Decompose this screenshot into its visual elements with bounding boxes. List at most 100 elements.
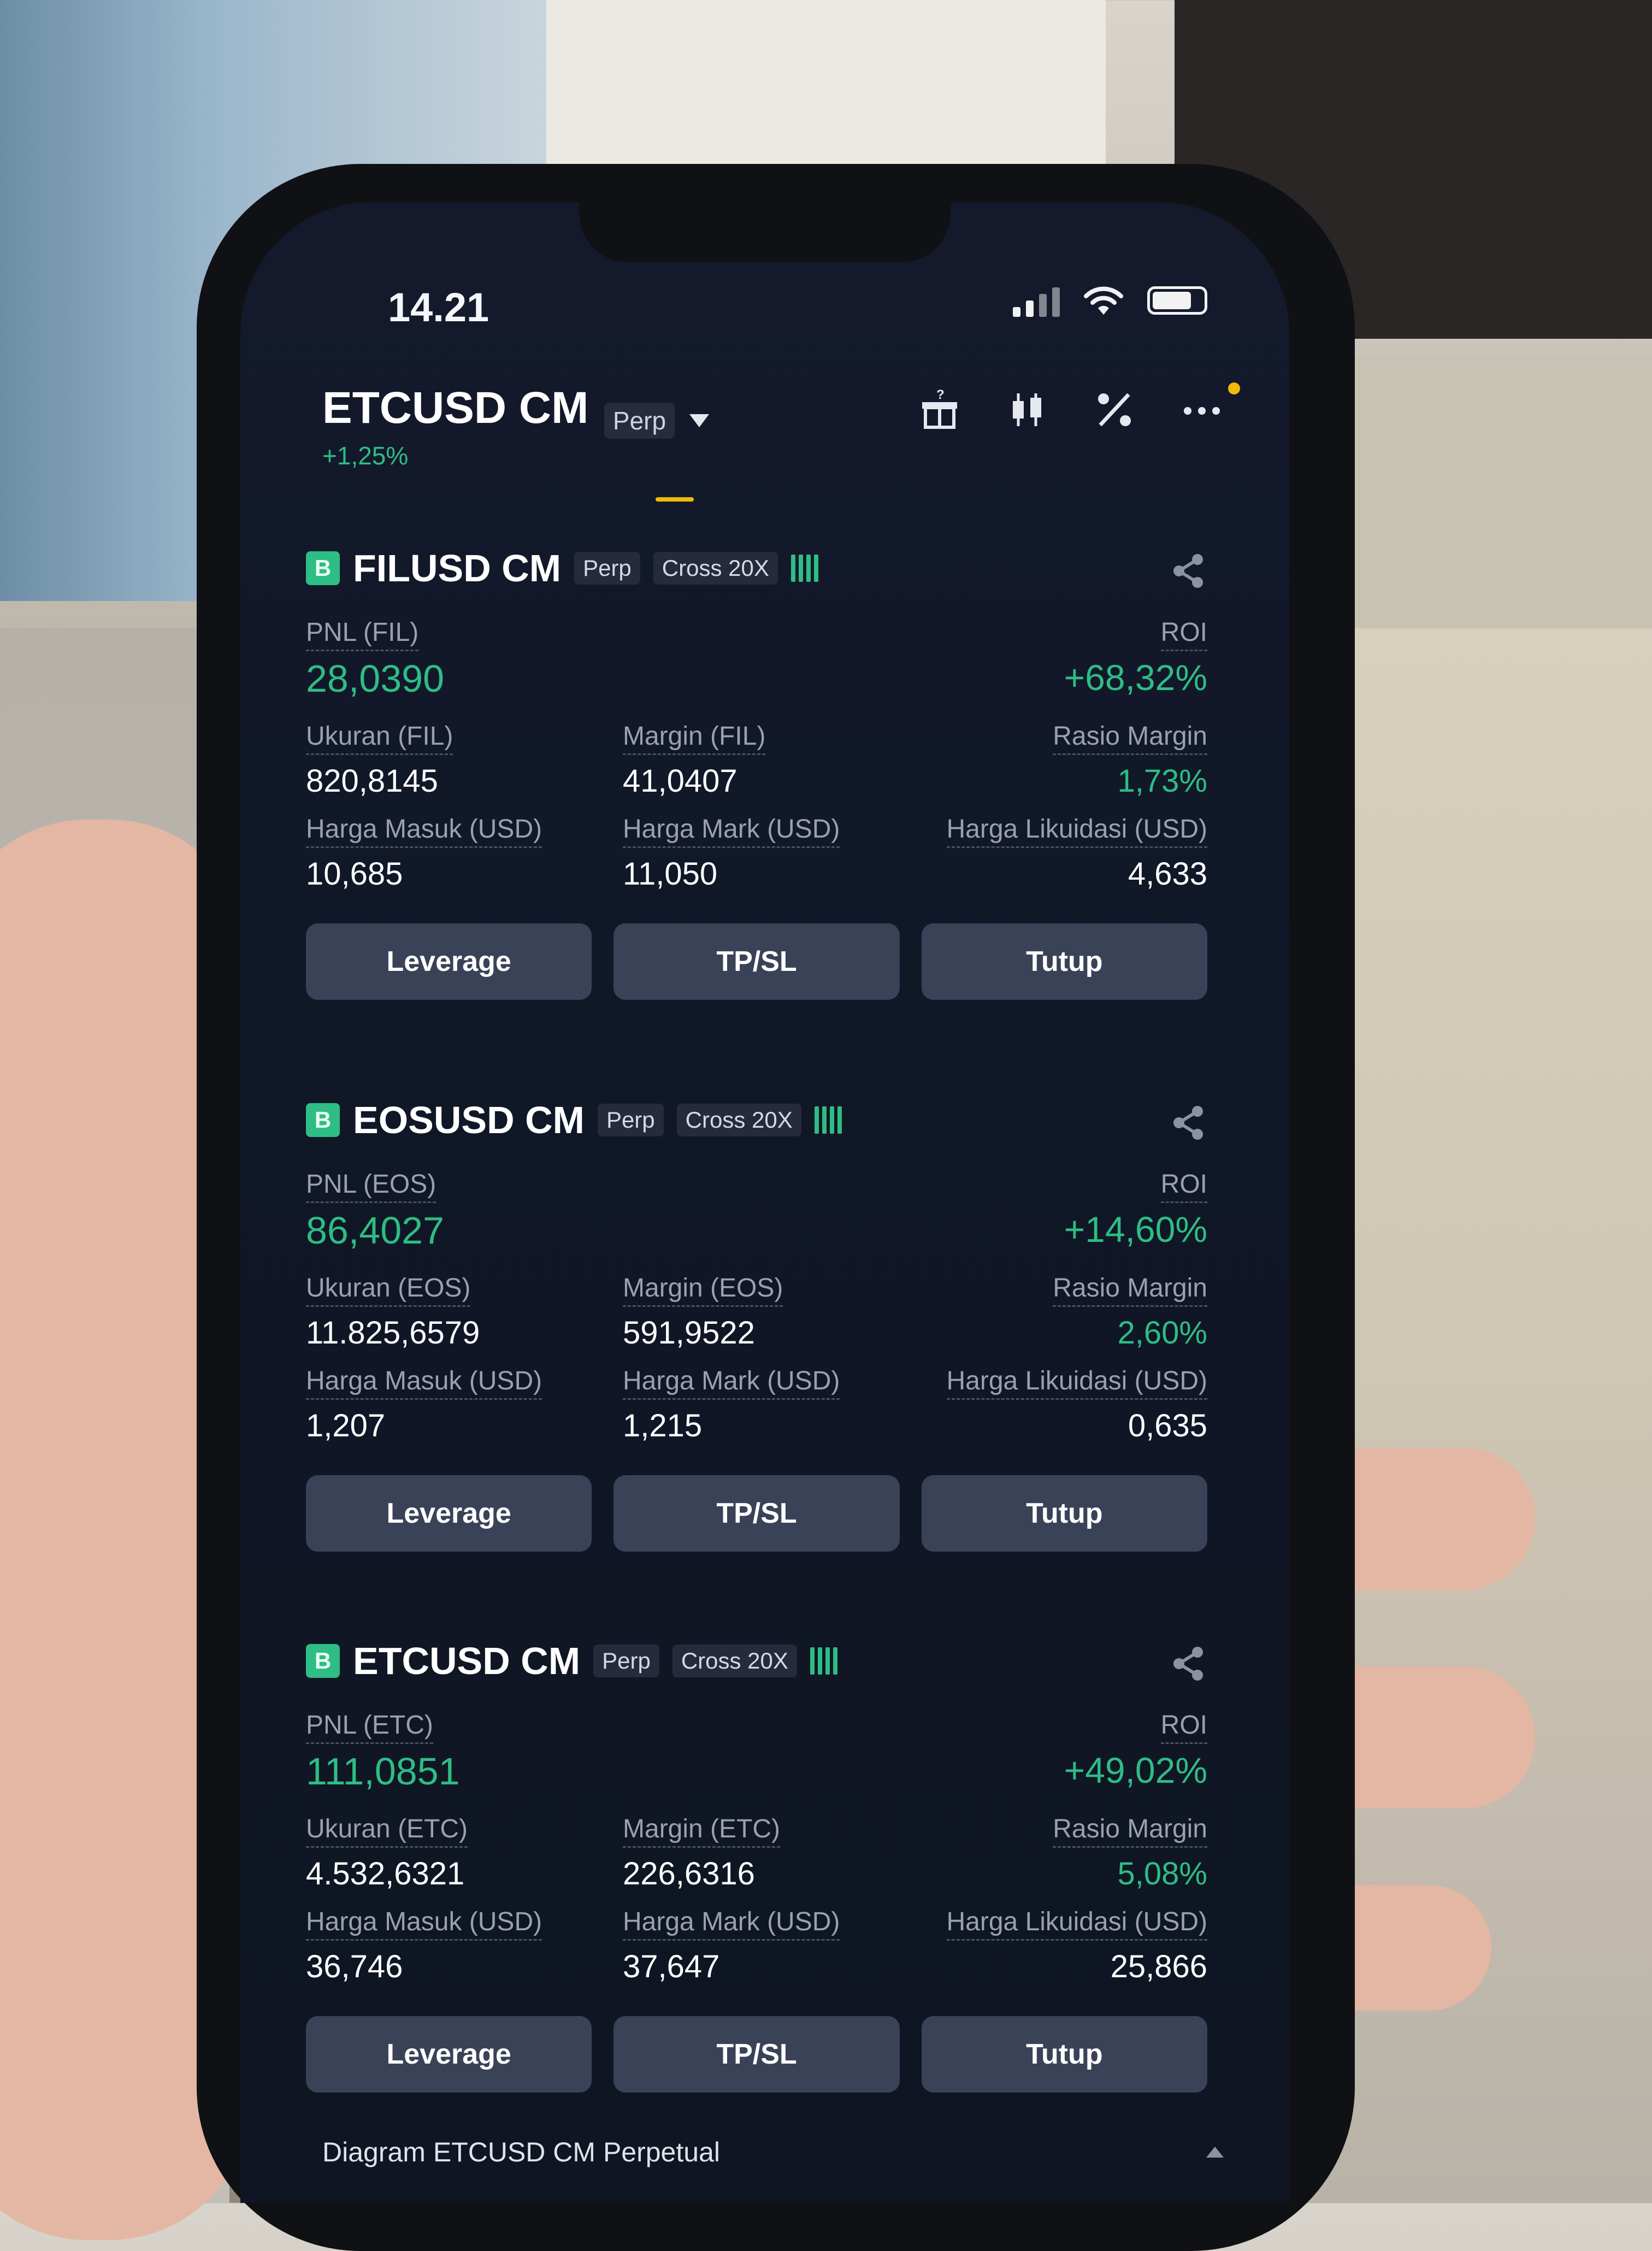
margin-label: Margin (FIL): [623, 721, 766, 755]
b-badge: B: [306, 1103, 340, 1137]
liquidation-price-label: Harga Likuidasi (USD): [946, 1907, 1207, 1941]
margin-ratio-value: 1,73%: [1117, 763, 1207, 799]
tpsl-button[interactable]: TP/SL: [613, 1475, 900, 1552]
size-label: Ukuran (FIL): [306, 721, 453, 755]
share-icon[interactable]: [1169, 552, 1207, 590]
signal-icon: [1013, 284, 1060, 317]
entry-price-label: Harga Masuk (USD): [306, 814, 542, 848]
battery-icon: [1147, 286, 1207, 315]
position-card: B FILUSD CM Perp Cross 20X PNL (FIL) 28,0…: [306, 541, 1207, 1033]
perp-chip: Perp: [597, 1104, 664, 1136]
size-value: 11.825,6579: [306, 1315, 480, 1351]
adl-indicator-icon: [810, 1647, 837, 1675]
roi-value: +68,32%: [1064, 657, 1207, 698]
tpsl-button[interactable]: TP/SL: [613, 2016, 900, 2093]
notch: [579, 202, 951, 262]
more-icon[interactable]: [1180, 382, 1240, 432]
entry-price-value: 10,685: [306, 856, 403, 892]
roi-value: +49,02%: [1064, 1750, 1207, 1790]
percent-icon[interactable]: [1093, 388, 1136, 432]
margin-ratio-label: Rasio Margin: [1053, 1273, 1207, 1307]
mark-price-label: Harga Mark (USD): [623, 814, 840, 848]
margin-ratio-label: Rasio Margin: [1053, 721, 1207, 755]
position-symbol[interactable]: EOSUSD CM: [353, 1098, 585, 1142]
liquidation-price-label: Harga Likuidasi (USD): [946, 1366, 1207, 1400]
position-card: B EOSUSD CM Perp Cross 20X PNL (EOS) 86,4…: [306, 1093, 1207, 1584]
margin-ratio-value: 5,08%: [1117, 1856, 1207, 1891]
size-value: 4.532,6321: [306, 1856, 465, 1891]
entry-price-value: 1,207: [306, 1408, 386, 1443]
entry-price-label: Harga Masuk (USD): [306, 1366, 542, 1400]
size-label: Ukuran (ETC): [306, 1814, 468, 1848]
mark-price-label: Harga Mark (USD): [623, 1366, 840, 1400]
symbol-selector[interactable]: ETCUSD CM: [322, 383, 588, 433]
share-icon[interactable]: [1169, 1104, 1207, 1142]
background-cabinet: [1322, 355, 1652, 639]
margin-mode-chip[interactable]: Cross 20X: [653, 552, 778, 585]
margin-label: Margin (ETC): [623, 1814, 781, 1848]
margin-ratio-value: 2,60%: [1117, 1315, 1207, 1351]
mark-price-value: 11,050: [623, 856, 718, 892]
chart-footer[interactable]: Diagram ETCUSD CM Perpetual: [322, 2136, 1224, 2168]
pnl-label: PNL (ETC): [306, 1710, 433, 1744]
close-position-button[interactable]: Tutup: [921, 923, 1207, 1000]
margin-value: 41,0407: [623, 763, 738, 799]
liquidation-price-value: 4,633: [1128, 856, 1207, 892]
roi-value: +14,60%: [1064, 1209, 1207, 1250]
position-card: B ETCUSD CM Perp Cross 20X PNL (ETC) 111,…: [306, 1634, 1207, 2125]
entry-price-value: 36,746: [306, 1949, 403, 1984]
roi-label: ROI: [1160, 617, 1207, 651]
adl-indicator-icon: [814, 1106, 842, 1134]
leverage-button[interactable]: Leverage: [306, 2016, 592, 2093]
margin-mode-chip[interactable]: Cross 20X: [672, 1645, 797, 1677]
margin-label: Margin (EOS): [623, 1273, 783, 1307]
chart-footer-label: Diagram ETCUSD CM Perpetual: [322, 2137, 720, 2167]
adl-indicator-icon: [790, 555, 818, 582]
margin-mode-chip[interactable]: Cross 20X: [676, 1104, 801, 1136]
pnl-label: PNL (FIL): [306, 617, 419, 651]
share-icon[interactable]: [1169, 1645, 1207, 1683]
status-icons: [1013, 284, 1207, 317]
position-symbol[interactable]: FILUSD CM: [353, 546, 561, 590]
margin-ratio-label: Rasio Margin: [1053, 1814, 1207, 1848]
top-bar: ETCUSD CM Perp +1,25% ?: [322, 382, 1240, 492]
close-position-button[interactable]: Tutup: [921, 1475, 1207, 1552]
perp-chip: Perp: [604, 402, 675, 439]
tab-indicator: [656, 497, 694, 502]
svg-text:?: ?: [936, 388, 945, 402]
entry-price-label: Harga Masuk (USD): [306, 1907, 542, 1941]
perp-chip: Perp: [593, 1645, 659, 1677]
status-time: 14.21: [388, 285, 489, 330]
mark-price-value: 1,215: [623, 1408, 703, 1443]
tpsl-button[interactable]: TP/SL: [613, 923, 900, 1000]
pnl-value: 111,0851: [306, 1750, 460, 1793]
notification-dot: [1228, 382, 1240, 394]
pnl-value: 28,0390: [306, 657, 445, 700]
size-value: 820,8145: [306, 763, 438, 799]
phone-screen: 14.21 ETCUSD CM Perp +1,25% ? B FILUSD C…: [240, 202, 1289, 2203]
dropdown-caret-icon[interactable]: [689, 414, 709, 427]
price-change: +1,25%: [322, 441, 409, 470]
roi-label: ROI: [1160, 1169, 1207, 1203]
mark-price-label: Harga Mark (USD): [623, 1907, 840, 1941]
liquidation-price-value: 0,635: [1128, 1408, 1207, 1443]
liquidation-price-value: 25,866: [1110, 1949, 1207, 1984]
size-label: Ukuran (EOS): [306, 1273, 471, 1307]
gift-icon[interactable]: ?: [918, 388, 961, 432]
perp-chip: Perp: [574, 552, 640, 585]
wifi-icon: [1082, 284, 1125, 317]
b-badge: B: [306, 551, 340, 585]
mark-price-value: 37,647: [623, 1949, 720, 1984]
candlestick-icon[interactable]: [1005, 388, 1049, 432]
expand-up-icon[interactable]: [1206, 2147, 1224, 2158]
liquidation-price-label: Harga Likuidasi (USD): [946, 814, 1207, 848]
pnl-label: PNL (EOS): [306, 1169, 436, 1203]
b-badge: B: [306, 1644, 340, 1678]
leverage-button[interactable]: Leverage: [306, 923, 592, 1000]
margin-value: 591,9522: [623, 1315, 755, 1351]
position-symbol[interactable]: ETCUSD CM: [353, 1639, 580, 1683]
close-position-button[interactable]: Tutup: [921, 2016, 1207, 2093]
leverage-button[interactable]: Leverage: [306, 1475, 592, 1552]
roi-label: ROI: [1160, 1710, 1207, 1744]
margin-value: 226,6316: [623, 1856, 755, 1891]
